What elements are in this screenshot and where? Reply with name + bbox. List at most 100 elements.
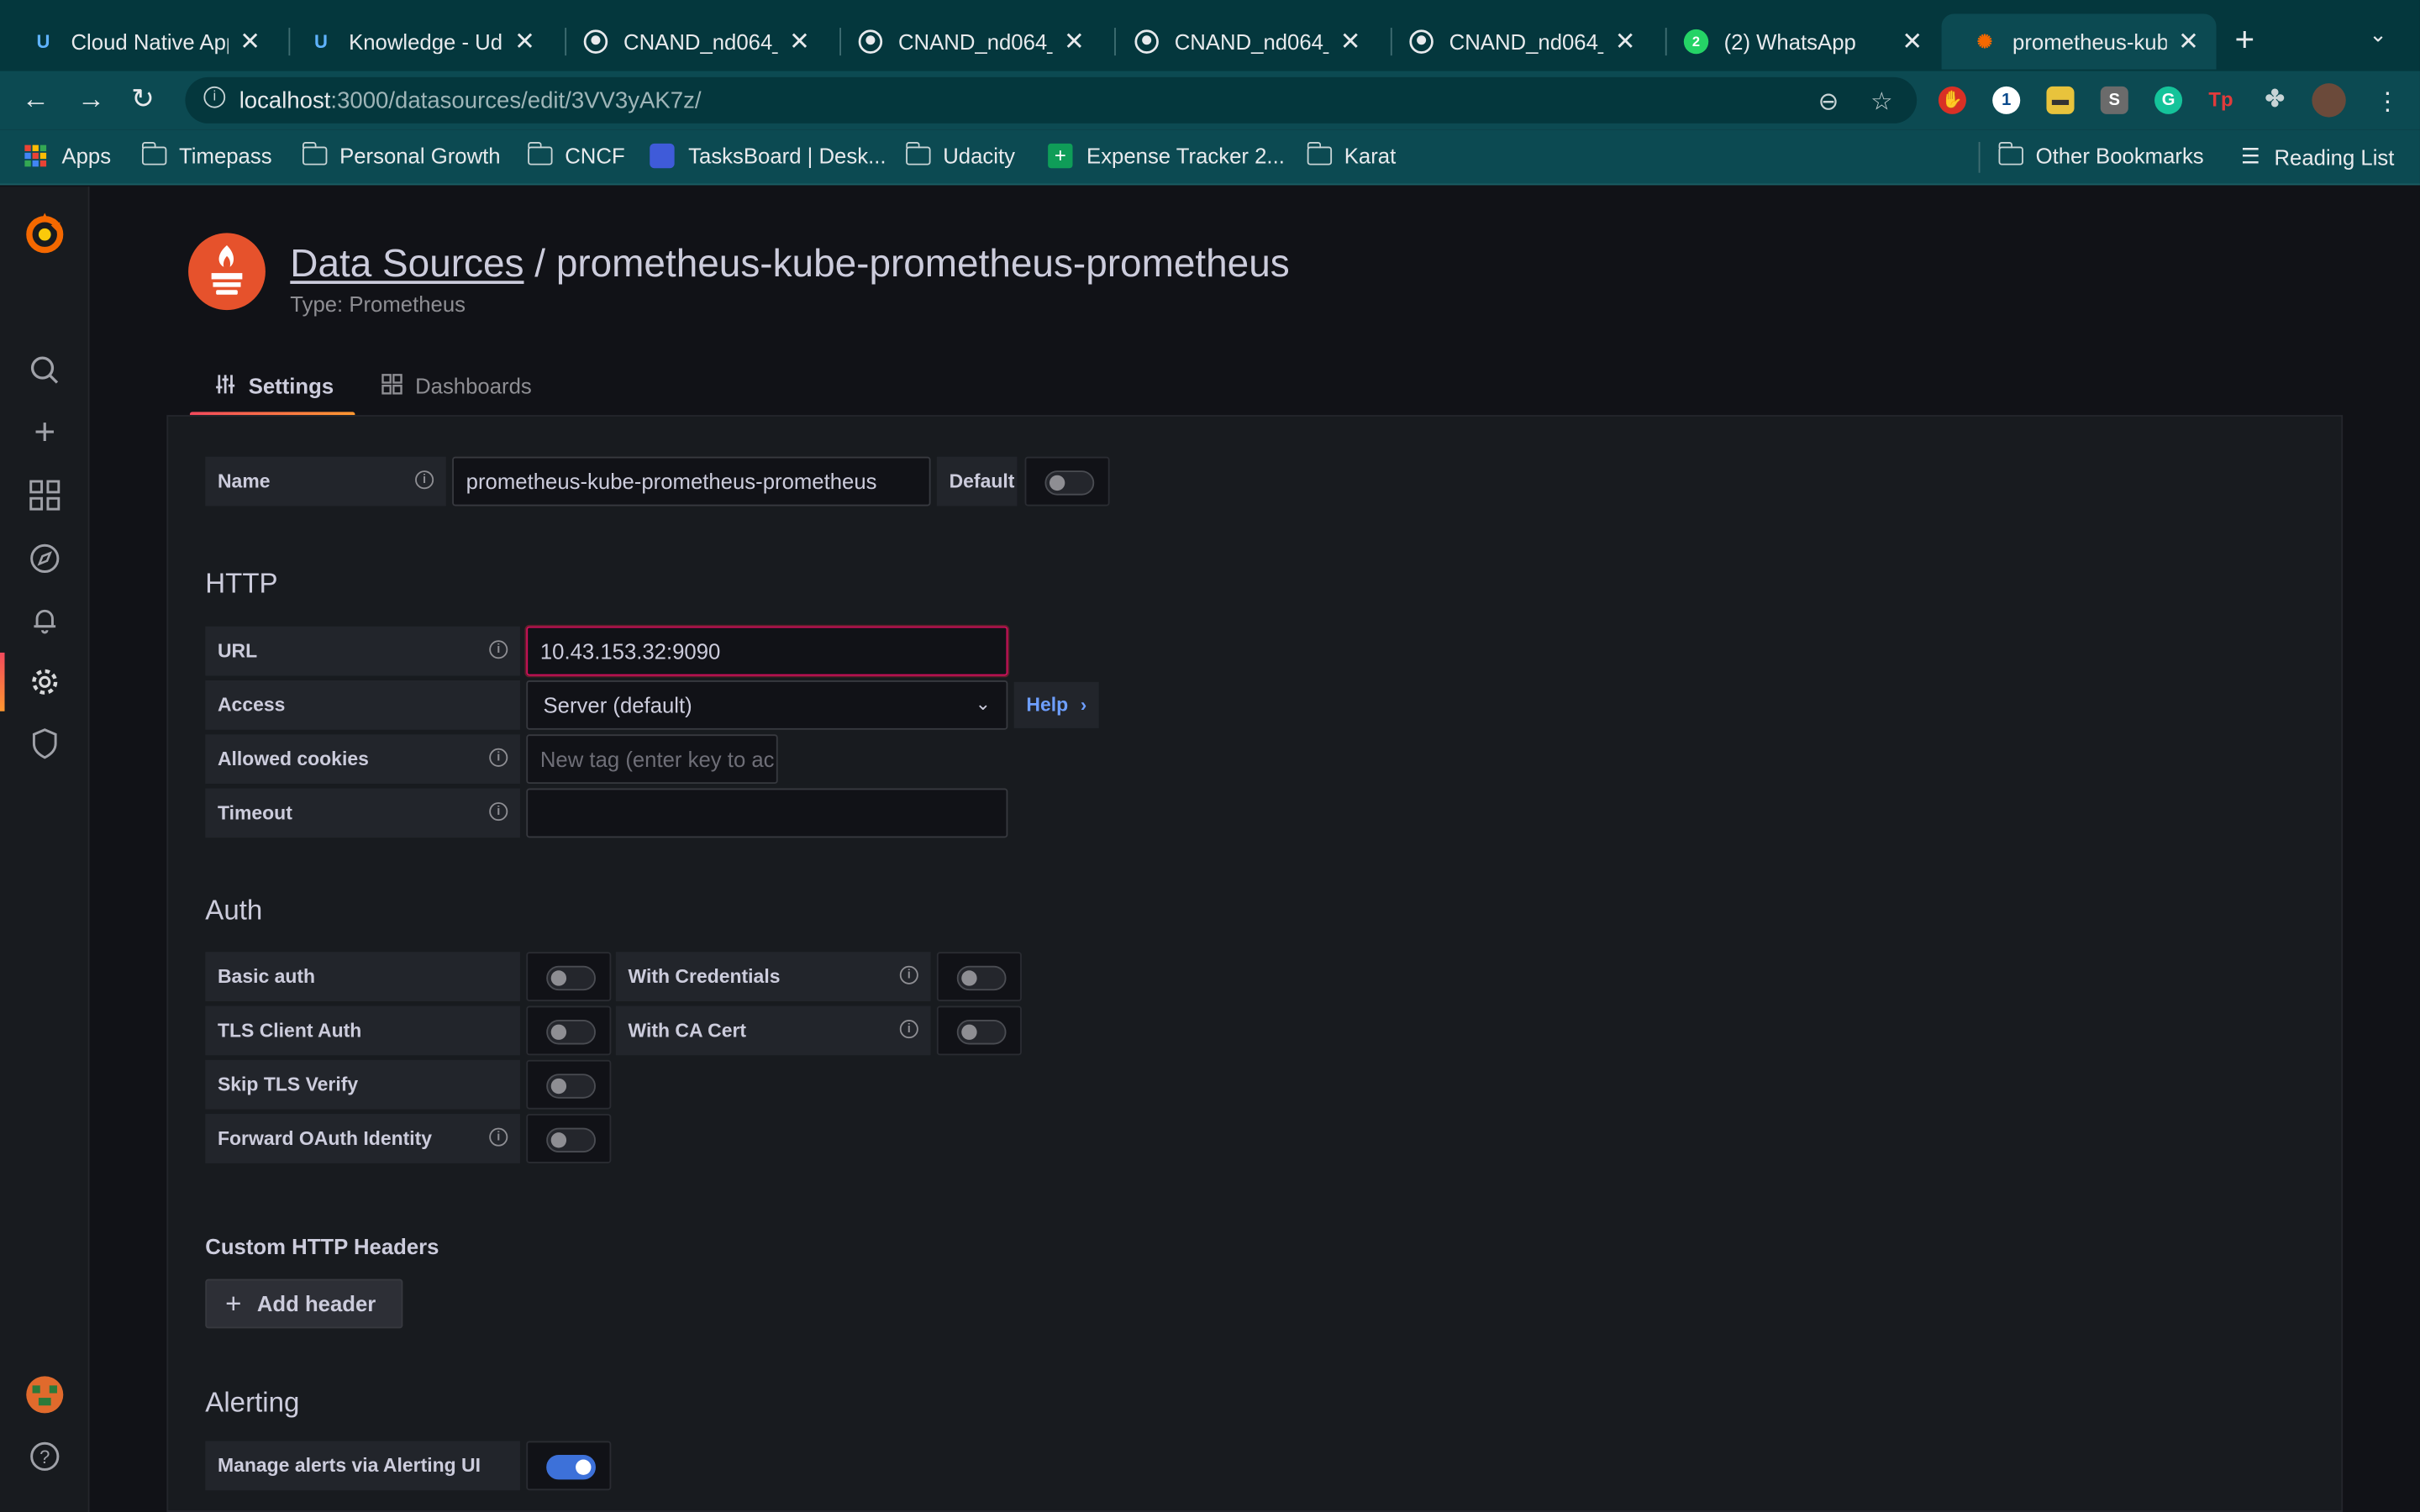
server-admin-shield-icon[interactable] [0, 716, 90, 771]
browser-tab-active[interactable]: ✺ prometheus-kube ✕ [1941, 13, 2217, 70]
manage-alerts-switch[interactable] [546, 1455, 596, 1480]
configuration-gear-icon[interactable] [0, 654, 90, 710]
adblock-extension-icon[interactable]: ✋ [1938, 86, 1966, 114]
reload-icon[interactable]: ↻ [131, 83, 155, 116]
browser-tab[interactable]: 2 (2) WhatsApp ✕ [1653, 14, 1940, 70]
basic-auth-toggle[interactable] [526, 952, 612, 1002]
bookmark-apps[interactable]: Apps [24, 144, 111, 168]
zoom-icon[interactable]: ⊖ [1818, 87, 1839, 118]
plus-icon: + [225, 1287, 242, 1319]
bookmark-tasksboard[interactable]: TasksBoard | Desk... [650, 143, 886, 169]
browser-tab[interactable]: U Knowledge - Uda ✕ [278, 14, 553, 70]
explore-compass-icon[interactable] [0, 531, 90, 586]
access-select[interactable]: Server (default) ⌄ [526, 680, 1008, 730]
back-arrow-icon[interactable]: ← [22, 83, 50, 116]
browser-tab[interactable]: CNAND_nd064_C ✕ [1103, 14, 1378, 70]
add-header-button[interactable]: + Add header [205, 1278, 402, 1329]
info-icon[interactable]: i [489, 802, 508, 822]
help-button[interactable]: Help › [1013, 681, 1099, 728]
bookmark-folder[interactable]: Karat [1306, 141, 1396, 168]
url-input[interactable]: 10.43.153.32:9090 [526, 626, 1008, 676]
default-switch[interactable] [1044, 470, 1095, 496]
tab-search-chevron-icon[interactable]: ⌄ [2369, 22, 2387, 48]
address-bar[interactable]: i localhost:3000/datasources/edit/3VV3yA… [185, 76, 1918, 123]
settings-panel: Name i prometheus-kube-prometheus-promet… [166, 415, 2344, 1512]
chevron-right-icon: › [1080, 694, 1087, 717]
forward-oauth-toggle[interactable] [526, 1114, 612, 1163]
other-bookmarks[interactable]: Other Bookmarks [1997, 141, 2204, 168]
info-icon[interactable]: i [415, 470, 434, 490]
close-tab-icon[interactable]: ✕ [1612, 26, 1637, 57]
browser-tab[interactable]: CNAND_nd064_C ✕ [553, 14, 828, 70]
browser-tab[interactable]: U Cloud Native App ✕ [0, 14, 278, 70]
with-ca-cert-toggle[interactable] [936, 1005, 1022, 1056]
with-ca-cert-switch[interactable] [956, 1020, 1007, 1045]
site-info-icon[interactable]: i [203, 86, 226, 108]
plus-create-icon[interactable]: + [0, 406, 90, 461]
close-tab-icon[interactable]: ✕ [1900, 26, 1924, 57]
forward-oauth-switch[interactable] [546, 1127, 596, 1153]
info-icon[interactable]: i [489, 640, 508, 659]
profile-avatar[interactable] [2312, 83, 2346, 118]
auth-heading: Auth [205, 895, 263, 927]
tls-client-auth-toggle[interactable] [526, 1005, 612, 1056]
with-credentials-switch[interactable] [956, 965, 1007, 991]
bookmark-folder[interactable]: Timepass [141, 141, 272, 168]
default-toggle[interactable] [1024, 456, 1110, 507]
chevron-down-icon: ⌄ [975, 692, 992, 715]
close-tab-icon[interactable]: ✕ [1338, 26, 1362, 57]
skip-tls-verify-switch[interactable] [546, 1074, 596, 1099]
info-icon[interactable]: i [899, 965, 918, 984]
info-icon[interactable]: i [489, 1127, 508, 1147]
timeout-input[interactable] [526, 788, 1008, 838]
allowed-cookies-label: Allowed cookies i [205, 734, 520, 785]
skip-tls-verify-toggle[interactable] [526, 1059, 612, 1110]
close-tab-icon[interactable]: ✕ [787, 26, 812, 57]
tls-client-auth-switch[interactable] [546, 1020, 596, 1045]
search-icon[interactable] [0, 343, 90, 398]
browser-tab[interactable]: CNAND_nd064_C ✕ [1378, 14, 1653, 70]
basic-auth-switch[interactable] [546, 965, 596, 991]
close-tab-icon[interactable]: ✕ [1062, 26, 1086, 57]
info-icon[interactable]: i [489, 748, 508, 767]
s-extension-icon[interactable]: S [2100, 86, 2128, 114]
extension-icon[interactable]: ▬ [2046, 86, 2075, 114]
user-avatar[interactable] [0, 1367, 90, 1422]
browser-menu-icon[interactable]: ⋮ [2375, 87, 2400, 118]
sliders-icon [214, 373, 236, 399]
name-input[interactable]: prometheus-kube-prometheus-prometheus [452, 456, 931, 507]
bookmark-folder[interactable]: Udacity [905, 141, 1015, 168]
manage-alerts-toggle[interactable] [526, 1441, 612, 1491]
allowed-cookies-input[interactable]: New tag (enter key to ac [526, 734, 778, 785]
bookmark-star-icon[interactable]: ☆ [1870, 87, 1892, 118]
with-credentials-toggle[interactable] [936, 952, 1022, 1002]
bookmark-folder[interactable]: CNCF [527, 141, 625, 168]
dashboards-grid-icon[interactable] [0, 468, 90, 523]
tp-extension-icon[interactable]: Tp [2207, 87, 2234, 114]
close-tab-icon[interactable]: ✕ [513, 26, 537, 57]
default-label: Default [936, 456, 1018, 507]
grammarly-icon[interactable]: G [2154, 86, 2183, 114]
alerting-bell-icon[interactable] [0, 592, 90, 648]
bookmark-folder[interactable]: Personal Growth [302, 141, 501, 168]
tab-dashboards[interactable]: Dashboards [381, 356, 532, 415]
reading-list[interactable]: ☰ Reading List [2241, 144, 2395, 170]
browser-tab[interactable]: CNAND_nd064_C ✕ [827, 14, 1102, 70]
grafana-logo-icon[interactable] [0, 205, 90, 260]
extensions-puzzle-icon[interactable]: ✤ [2261, 87, 2289, 114]
breadcrumb-data-sources-link[interactable]: Data Sources [290, 242, 523, 285]
info-icon[interactable]: i [899, 1020, 918, 1039]
tab-settings[interactable]: Settings [214, 356, 334, 415]
github-icon [1409, 29, 1434, 54]
bookmark-expense-tracker[interactable]: + Expense Tracker 2... [1048, 143, 1285, 169]
folder-icon [527, 141, 553, 165]
new-tab-icon[interactable]: + [2235, 20, 2255, 60]
forward-arrow-icon[interactable]: → [77, 83, 105, 116]
close-tab-icon[interactable]: ✕ [2176, 26, 2201, 57]
close-tab-icon[interactable]: ✕ [238, 26, 262, 57]
help-question-icon[interactable]: ? [0, 1429, 90, 1484]
whatsapp-icon: 2 [1683, 29, 1709, 55]
github-icon [583, 29, 608, 54]
password-extension-icon[interactable]: 1 [1992, 86, 2021, 114]
name-label: Name i [205, 456, 446, 507]
